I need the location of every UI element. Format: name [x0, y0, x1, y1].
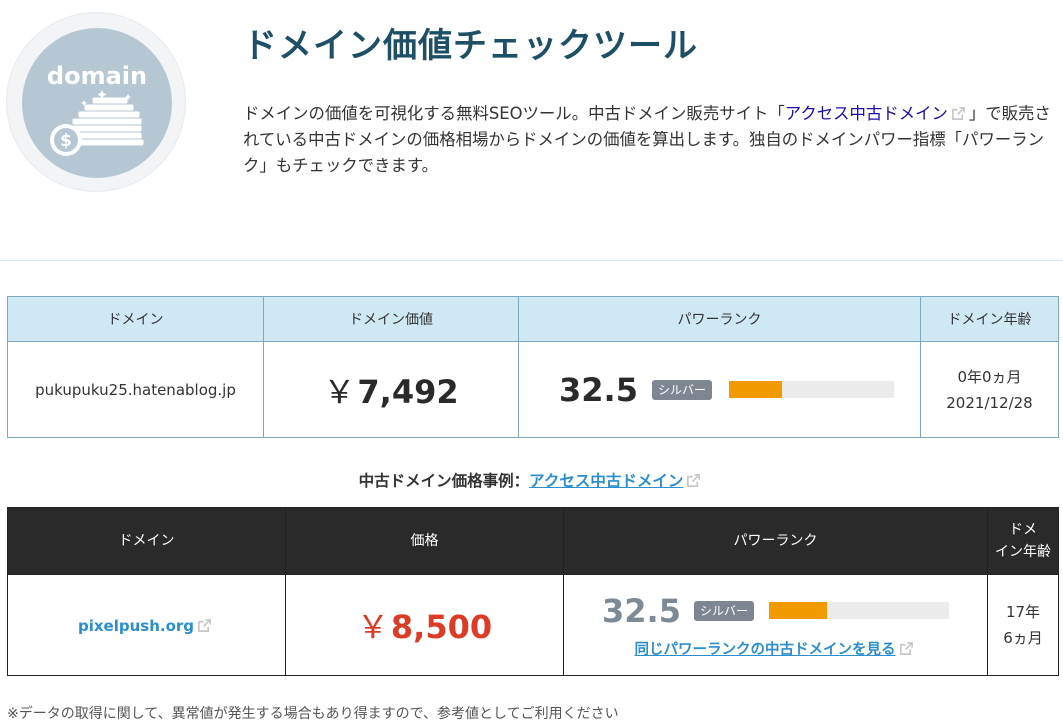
example-age-months: 6ヵ月 [1003, 629, 1043, 647]
power-rank-bar-fill [768, 602, 827, 619]
result-power-rank-cell: 32.5 シルバー [518, 341, 921, 438]
power-rank-bar [768, 602, 949, 619]
coins-icon: $ [50, 90, 145, 156]
power-rank-score: 32.5 [602, 591, 681, 630]
domain-value-amount: 7,492 [357, 372, 459, 411]
header-domain: ドメイン [7, 296, 264, 342]
power-rank-display: 32.5 シルバー [564, 592, 987, 630]
domain-result-table: ドメイン ドメイン価値 パワーランク ドメイン年齢 pukupuku25.hat… [7, 296, 1059, 438]
domain-age: 0年0ヵ月 [957, 367, 1022, 386]
header-age-line1: ドメ [1009, 522, 1037, 538]
external-link-icon [951, 107, 965, 120]
header-domain: ドメイン [7, 507, 286, 575]
domain-value: ￥7,492 [323, 373, 458, 411]
external-link-icon [198, 618, 211, 632]
header-price: 価格 [285, 507, 564, 575]
header-domain-age: ドメ イン年齢 [987, 507, 1059, 575]
yen-symbol: ￥ [323, 372, 356, 411]
example-age-cell: 17年 6ヵ月 [987, 574, 1059, 676]
header-domain-value: ドメイン価値 [263, 296, 519, 342]
logo-badge: domain $ [22, 28, 172, 178]
example-caption-label: 中古ドメイン価格事例： [358, 472, 530, 490]
external-link-icon [687, 474, 701, 487]
site-logo: domain $ [6, 12, 186, 192]
example-age-years: 17年 [1005, 603, 1041, 621]
same-rank-domains-link[interactable]: 同じパワーランクの中古ドメインを見る [635, 638, 896, 659]
power-rank-score: 32.5 [559, 370, 638, 409]
example-price-cell: ￥8,500 [285, 574, 564, 676]
rank-badge: シルバー [693, 600, 754, 621]
svg-text:$: $ [60, 131, 72, 151]
rank-badge: シルバー [651, 379, 712, 400]
example-price-table: ドメイン 価格 パワーランク ドメ イン年齢 pixelpush.org ￥8,… [7, 507, 1059, 676]
power-rank-bar [728, 381, 894, 398]
section-divider [0, 260, 1063, 261]
table-header-row: ドメイン 価格 パワーランク ドメ イン年齢 [7, 507, 1059, 575]
header-domain-age: ドメイン年齢 [920, 296, 1059, 342]
example-domain-link[interactable]: pixelpush.org [78, 617, 194, 635]
power-rank-bar-fill [728, 381, 782, 398]
result-domain: pukupuku25.hatenablog.jp [7, 341, 264, 438]
example-access-domain-link[interactable]: アクセス中古ドメイン [529, 472, 683, 490]
example-caption: 中古ドメイン価格事例：アクセス中古ドメイン [0, 469, 1063, 491]
example-power-rank-cell: 32.5 シルバー 同じパワーランクの中古ドメインを見る [563, 574, 988, 676]
table-row: pukupuku25.hatenablog.jp ￥7,492 32.5 シルバ… [7, 341, 1059, 438]
logo-text: domain [46, 62, 148, 90]
example-domain-cell: pixelpush.org [7, 574, 286, 676]
yen-symbol: ￥ [356, 608, 389, 646]
footnote: ※データの取得に関して、異常値が発生する場合もあり得ますので、参考値としてご利用… [7, 706, 619, 722]
power-rank-display: 32.5 シルバー [519, 371, 920, 409]
domain-date: 2021/12/28 [946, 393, 1033, 412]
table-header-row: ドメイン ドメイン価値 パワーランク ドメイン年齢 [7, 296, 1059, 342]
access-domain-link[interactable]: アクセス中古ドメイン [785, 104, 948, 123]
result-age-cell: 0年0ヵ月 2021/12/28 [920, 341, 1059, 438]
header-power-rank: パワーランク [563, 507, 988, 575]
page-title: ドメイン価値チェックツール [243, 26, 698, 66]
example-price-amount: 8,500 [390, 608, 493, 646]
example-price: ￥8,500 [357, 608, 492, 646]
header-age-line2: イン年齢 [995, 544, 1051, 560]
header-power-rank: パワーランク [518, 296, 921, 342]
intro-text: ドメインの価値を可視化する無料SEOツール。中古ドメイン販売サイト「アクセス中古… [243, 101, 1058, 179]
result-value-cell: ￥7,492 [263, 341, 519, 438]
external-link-icon [899, 641, 913, 655]
intro-text-part1: ドメインの価値を可視化する無料SEOツール。中古ドメイン販売サイト「 [243, 104, 785, 123]
table-row: pixelpush.org ￥8,500 32.5 シルバー 同じパワーランクの… [7, 574, 1059, 676]
